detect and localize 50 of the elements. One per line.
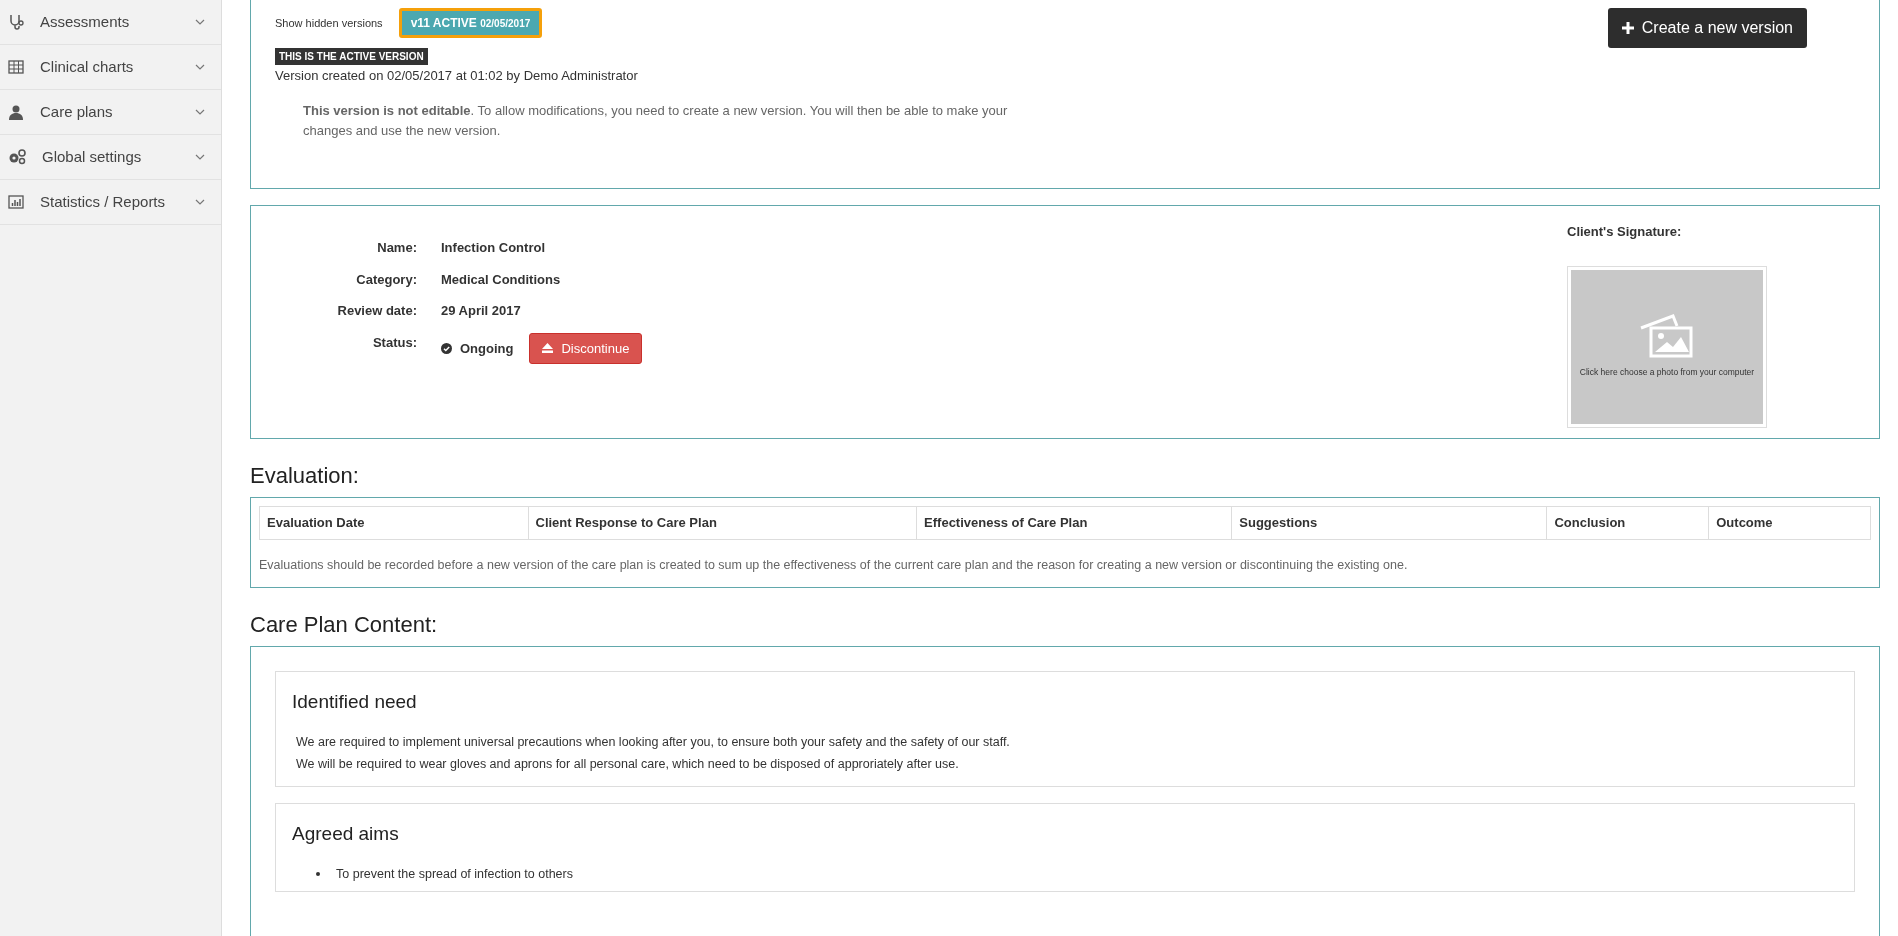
version-created-text: Version created on 02/05/2017 at 01:02 by Demo Administrator — [275, 66, 639, 85]
evaluation-note: Evaluations should be recorded before a new version of the care plan is created to sum up the effectiveness of the current care plan and the reason for creating a new version or discontinuing the existing one. — [259, 556, 1409, 574]
column-header: Evaluation Date — [259, 506, 529, 540]
show-hidden-versions-link[interactable]: Show hidden versions — [275, 14, 383, 32]
chevron-down-icon — [195, 199, 205, 205]
column-header: Outcome — [1709, 506, 1871, 540]
photo-upload-area[interactable]: Click here choose a photo from your computer — [1571, 269, 1763, 424]
column-header: Suggestions — [1232, 506, 1548, 540]
field-label: Status: — [371, 333, 417, 352]
field-label: Review date: — [336, 302, 417, 320]
column-header: Conclusion — [1547, 506, 1710, 540]
discontinue-button[interactable]: Discontinue — [529, 332, 643, 364]
sidebar-item[interactable]: Care plans — [0, 90, 221, 135]
not-editable-notice: This version is not editable. To allow modifications, you need to create a new version. You will then be able to make your changes and use the new version. — [302, 102, 1009, 140]
status-value: Ongoing — [460, 339, 514, 358]
bullet-icon — [316, 871, 320, 876]
photos-icon — [1639, 314, 1695, 359]
paragraph-text: We are required to implement universal precautions when looking after you, to ensure both your safety and the safety of our staff. — [295, 733, 1011, 751]
eject-icon — [542, 343, 554, 354]
paragraph-text: We will be required to wear gloves and aprons for all personal care, which need to be disposed of approriately after use. — [295, 756, 960, 774]
field-value: Medical Conditions — [441, 270, 561, 289]
chevron-down-icon — [195, 109, 205, 115]
column-header: Effectiveness of Care Plan — [917, 506, 1233, 540]
gears-icon — [8, 149, 26, 165]
sidebar-item[interactable]: Assessments — [0, 0, 221, 45]
chevron-down-icon — [195, 64, 205, 70]
table-icon — [8, 60, 24, 74]
stethoscope-icon — [8, 14, 24, 30]
chevron-down-icon — [195, 154, 205, 160]
signature-label: Client's Signature: — [1567, 223, 1683, 241]
x[interactable]: Create a new version — [1607, 8, 1807, 48]
check-circle-icon — [441, 342, 452, 354]
sidebar-item[interactable]: Statistics / Reports — [0, 180, 221, 225]
list-item-text: To prevent the spread of infection to others — [336, 865, 573, 883]
plus-icon — [1621, 22, 1634, 34]
field-label: Category: — [355, 270, 417, 289]
field-value: 29 April 2017 — [441, 302, 521, 320]
section-heading: Care Plan Content: — [250, 611, 439, 639]
sidebar-item[interactable]: Global settings — [0, 135, 221, 180]
column-header: Client Response to Care Plan — [528, 506, 918, 540]
section-title: Agreed aims — [292, 822, 400, 847]
person-icon — [8, 104, 24, 120]
field-value: Infection Control — [441, 239, 545, 257]
field-label: Name: — [376, 239, 417, 257]
sidebar-item[interactable]: Clinical charts — [0, 45, 221, 90]
section-title: Identified need — [292, 690, 418, 715]
chevron-down-icon — [195, 19, 205, 25]
chart-icon — [8, 195, 24, 209]
section-heading: Evaluation: — [250, 463, 360, 490]
active-version-tag: THIS IS THE ACTIVE VERSION — [275, 48, 428, 65]
